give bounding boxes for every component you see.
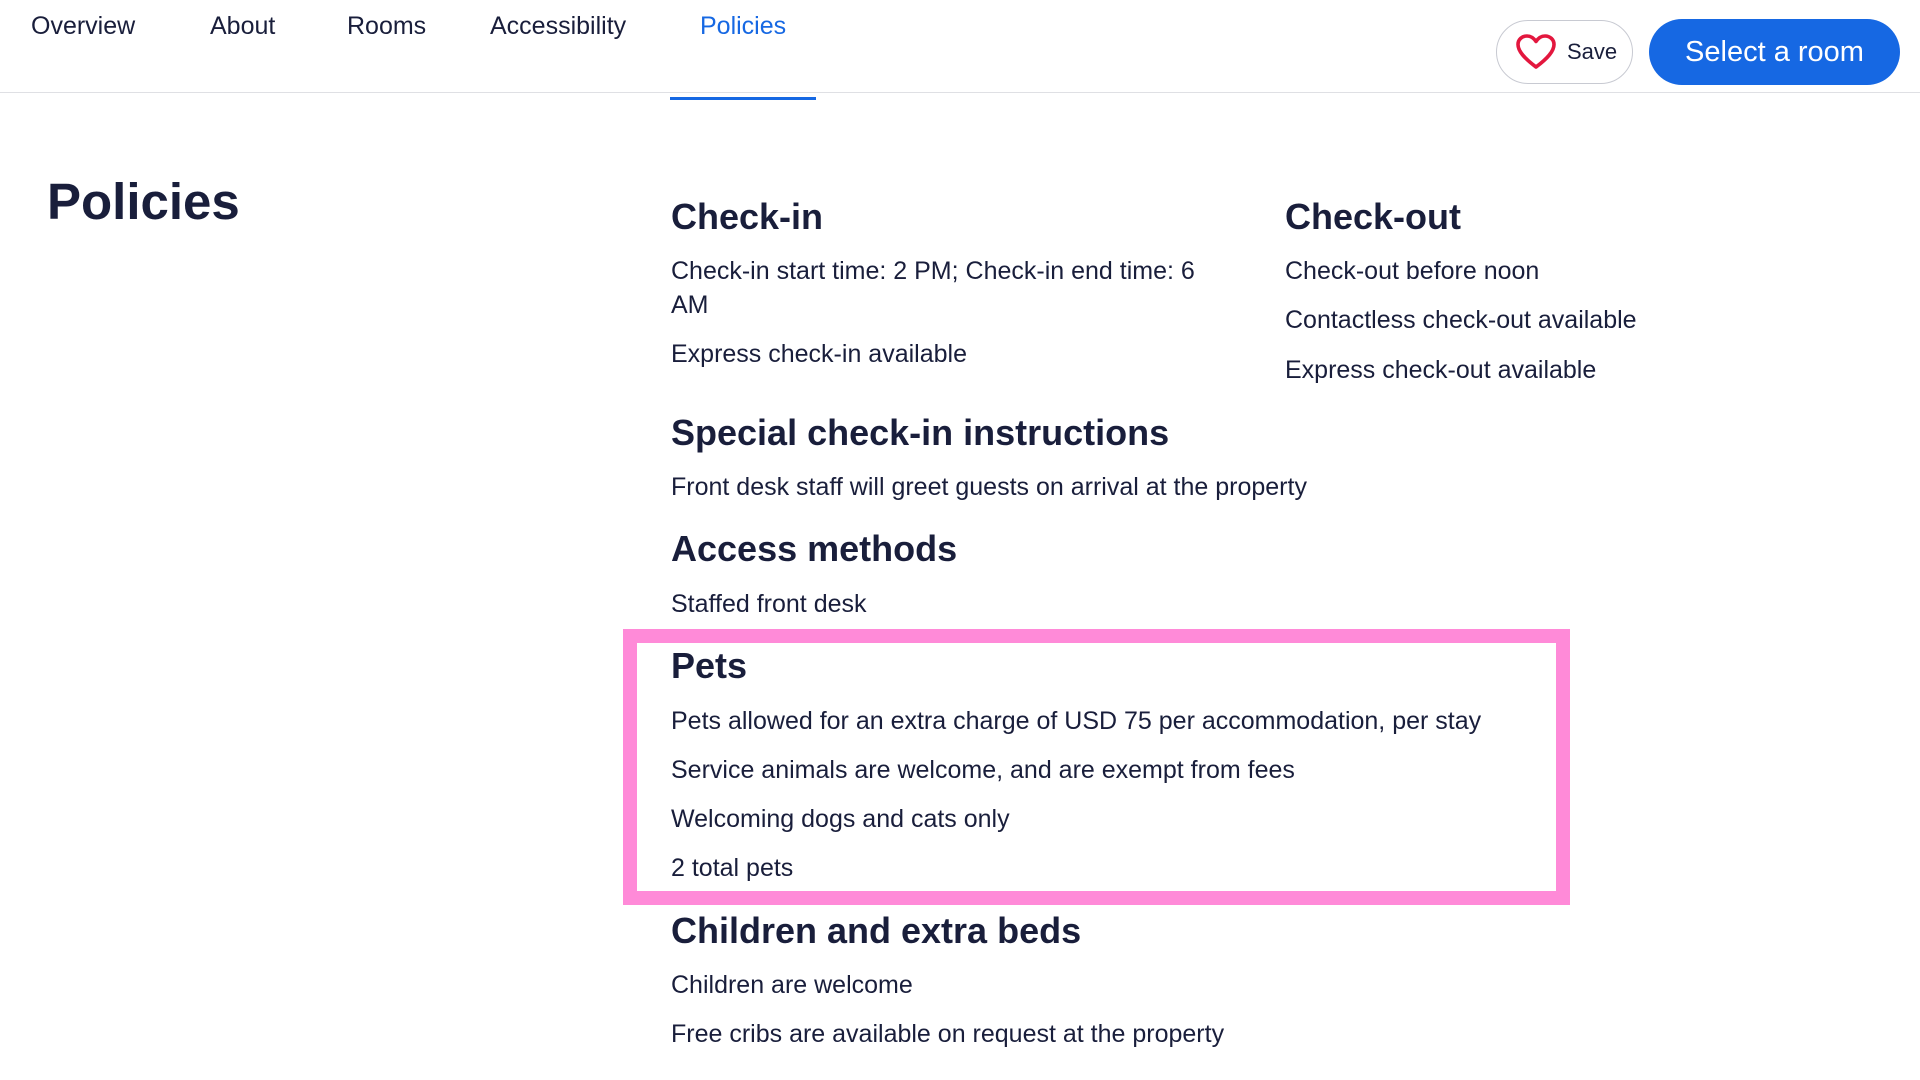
checkin-line: AM <box>671 291 709 319</box>
save-label: Save <box>1567 39 1618 64</box>
special-checkin-heading: Special check-in instructions <box>671 412 1170 453</box>
select-room-button[interactable]: Select a room <box>1649 19 1900 85</box>
heart-icon <box>1516 34 1556 69</box>
children-heading: Children and extra beds <box>671 910 1082 951</box>
tab-rooms[interactable]: Rooms <box>347 0 426 100</box>
tab-policies[interactable]: Policies <box>669 0 817 100</box>
pets-line: Service animals are welcome, and are exe… <box>671 756 1295 784</box>
access-methods-line: Staffed front desk <box>671 590 867 618</box>
children-line: Children are welcome <box>671 971 913 999</box>
tab-accessibility[interactable]: Accessibility <box>490 0 626 100</box>
pets-line: 2 total pets <box>671 854 794 882</box>
top-navigation-bar: Overview About Rooms Accessibility Polic… <box>0 0 1920 100</box>
save-button[interactable]: Save <box>1496 20 1633 84</box>
pets-line: Welcoming dogs and cats only <box>671 805 1010 833</box>
checkout-heading: Check-out <box>1285 196 1462 237</box>
tab-overview[interactable]: Overview <box>31 0 135 100</box>
children-line: Free cribs are available on request at t… <box>671 1020 1225 1048</box>
checkout-line: Check-out before noon <box>1285 257 1540 285</box>
page-title: Policies <box>47 173 240 230</box>
checkin-line: Express check-in available <box>671 340 967 368</box>
tab-about[interactable]: About <box>210 0 275 100</box>
checkout-line: Contactless check-out available <box>1285 306 1637 334</box>
pets-line: Pets allowed for an extra charge of USD … <box>671 707 1482 735</box>
special-checkin-line: Front desk staff will greet guests on ar… <box>671 473 1307 501</box>
checkin-heading: Check-in <box>671 196 824 237</box>
access-methods-heading: Access methods <box>671 528 958 569</box>
pets-heading: Pets <box>671 645 748 686</box>
checkout-line: Express check-out available <box>1285 356 1597 384</box>
checkin-line: Check-in start time: 2 PM; Check-in end … <box>671 257 1195 285</box>
